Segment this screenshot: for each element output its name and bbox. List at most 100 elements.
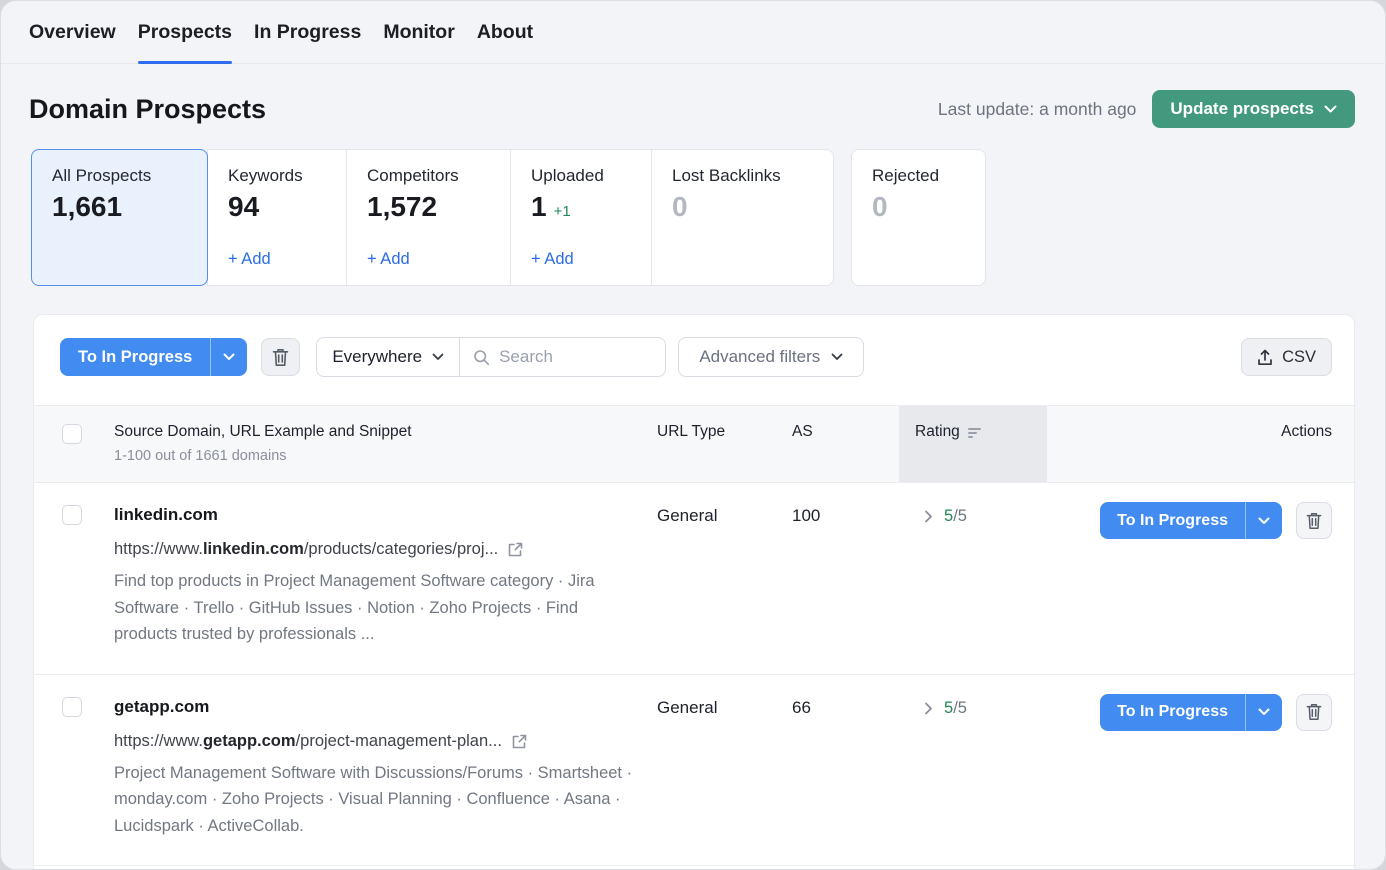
source-domain[interactable]: getapp.com xyxy=(114,697,657,717)
search-group: Everywhere xyxy=(316,337,666,377)
top-nav: Overview Prospects In Progress Monitor A… xyxy=(1,1,1385,64)
url-type-value: General xyxy=(657,505,792,648)
search-input[interactable] xyxy=(499,347,652,367)
card-label: Keywords xyxy=(228,166,326,186)
authority-score-value: 100 xyxy=(792,505,899,648)
export-icon xyxy=(1257,349,1273,366)
tab-overview[interactable]: Overview xyxy=(29,1,116,63)
column-actions: Actions xyxy=(1047,406,1354,482)
table-row: linkedin.com https://www.linkedin.com/pr… xyxy=(34,483,1354,675)
page-header: Domain Prospects Last update: a month ag… xyxy=(29,87,1355,131)
row-checkbox[interactable] xyxy=(62,697,82,717)
prospects-panel: To In Progress Everywhere xyxy=(33,314,1355,870)
search-box xyxy=(460,338,665,376)
url-text[interactable]: https://www.linkedin.com/products/catego… xyxy=(114,540,498,559)
rating-cell[interactable]: 5/5 xyxy=(899,697,1047,840)
add-keywords-link[interactable]: + Add xyxy=(228,250,326,269)
table-row: getapp.com https://www.getapp.com/projec… xyxy=(34,675,1354,867)
rating-cell[interactable]: 5/5 xyxy=(899,505,1047,648)
row-action-label: To In Progress xyxy=(1100,502,1245,539)
next-row-stub xyxy=(34,866,1354,870)
column-authority-score[interactable]: AS xyxy=(792,406,899,482)
column-rating[interactable]: Rating xyxy=(899,406,1047,482)
row-checkbox[interactable] xyxy=(62,505,82,525)
column-rating-label: Rating xyxy=(915,423,960,441)
add-uploaded-link[interactable]: + Add xyxy=(531,250,631,269)
tab-label: Overview xyxy=(29,21,116,44)
trash-icon xyxy=(1306,703,1322,721)
bulk-action-dropdown[interactable] xyxy=(210,338,247,376)
column-source-label: Source Domain, URL Example and Snippet xyxy=(114,423,657,441)
export-csv-button[interactable]: CSV xyxy=(1241,338,1332,376)
table-header: Source Domain, URL Example and Snippet 1… xyxy=(34,405,1354,483)
source-domain[interactable]: linkedin.com xyxy=(114,505,657,525)
card-value: 0 xyxy=(672,191,813,223)
rating-value: 5 xyxy=(944,699,953,717)
bulk-delete-button[interactable] xyxy=(261,338,300,376)
card-label: All Prospects xyxy=(52,166,187,186)
url-snippet: Find top products in Project Management … xyxy=(114,568,636,648)
export-csv-label: CSV xyxy=(1282,348,1316,367)
trash-icon xyxy=(272,348,289,367)
authority-score-value: 66 xyxy=(792,697,899,840)
url-text[interactable]: https://www.getapp.com/project-managemen… xyxy=(114,732,502,751)
bulk-to-in-progress-label: To In Progress xyxy=(60,338,210,376)
url-snippet: Project Management Software with Discuss… xyxy=(114,760,636,840)
card-all-prospects[interactable]: All Prospects 1,661 xyxy=(31,149,208,286)
chevron-down-icon xyxy=(831,353,843,361)
card-value: 1,661 xyxy=(52,191,187,223)
column-url-type[interactable]: URL Type xyxy=(657,406,792,482)
advanced-filters-label: Advanced filters xyxy=(699,347,820,367)
chevron-right-icon[interactable] xyxy=(924,702,933,715)
trash-icon xyxy=(1306,512,1322,530)
bulk-to-in-progress-button[interactable]: To In Progress xyxy=(60,338,247,376)
last-update-text: Last update: a month ago xyxy=(938,99,1136,120)
card-value: 1 xyxy=(531,191,547,223)
header-source-cell: Source Domain, URL Example and Snippet 1… xyxy=(114,406,657,482)
actions-cell: To In Progress xyxy=(1047,502,1354,648)
tab-label: In Progress xyxy=(254,21,361,44)
chevron-down-icon xyxy=(432,353,444,361)
tab-in-progress[interactable]: In Progress xyxy=(254,1,361,63)
card-uploaded[interactable]: Uploaded 1 +1 + Add xyxy=(510,149,652,286)
card-value: 0 xyxy=(872,191,965,223)
row-to-in-progress-button[interactable]: To In Progress xyxy=(1100,502,1282,539)
tab-prospects[interactable]: Prospects xyxy=(138,1,232,63)
card-keywords[interactable]: Keywords 94 + Add xyxy=(207,149,347,286)
search-scope-select[interactable]: Everywhere xyxy=(317,338,460,376)
external-link-icon[interactable] xyxy=(511,733,528,750)
card-value: 94 xyxy=(228,191,326,223)
card-label: Uploaded xyxy=(531,166,631,186)
table-toolbar: To In Progress Everywhere xyxy=(34,315,1354,405)
search-scope-value: Everywhere xyxy=(332,347,422,367)
card-competitors[interactable]: Competitors 1,572 + Add xyxy=(346,149,511,286)
pagination-summary: 1-100 out of 1661 domains xyxy=(114,448,657,464)
card-delta-badge: +1 xyxy=(554,203,571,220)
tab-monitor[interactable]: Monitor xyxy=(383,1,454,63)
prospect-source-cards: All Prospects 1,661 Keywords 94 + Add Co… xyxy=(31,149,986,286)
card-rejected[interactable]: Rejected 0 xyxy=(851,149,986,286)
url-type-value: General xyxy=(657,697,792,840)
rating-value: 5 xyxy=(944,507,953,525)
update-prospects-label: Update prospects xyxy=(1170,99,1314,119)
advanced-filters-button[interactable]: Advanced filters xyxy=(678,337,864,377)
row-delete-button[interactable] xyxy=(1296,502,1332,539)
header-checkbox-cell xyxy=(34,406,114,482)
chevron-down-icon xyxy=(1324,105,1337,114)
row-action-label: To In Progress xyxy=(1100,694,1245,731)
card-lost-backlinks[interactable]: Lost Backlinks 0 xyxy=(651,149,834,286)
row-to-in-progress-button[interactable]: To In Progress xyxy=(1100,694,1282,731)
add-competitors-link[interactable]: + Add xyxy=(367,250,490,269)
chevron-right-icon[interactable] xyxy=(924,510,933,523)
url-example: https://www.getapp.com/project-managemen… xyxy=(114,732,657,751)
row-action-dropdown[interactable] xyxy=(1245,694,1282,731)
tab-label: Monitor xyxy=(383,21,454,44)
select-all-checkbox[interactable] xyxy=(62,424,82,444)
app-window: Overview Prospects In Progress Monitor A… xyxy=(0,0,1386,870)
external-link-icon[interactable] xyxy=(507,541,524,558)
row-delete-button[interactable] xyxy=(1296,694,1332,731)
tab-about[interactable]: About xyxy=(477,1,533,63)
update-prospects-button[interactable]: Update prospects xyxy=(1152,90,1355,128)
row-action-dropdown[interactable] xyxy=(1245,502,1282,539)
card-value: 1,572 xyxy=(367,191,490,223)
